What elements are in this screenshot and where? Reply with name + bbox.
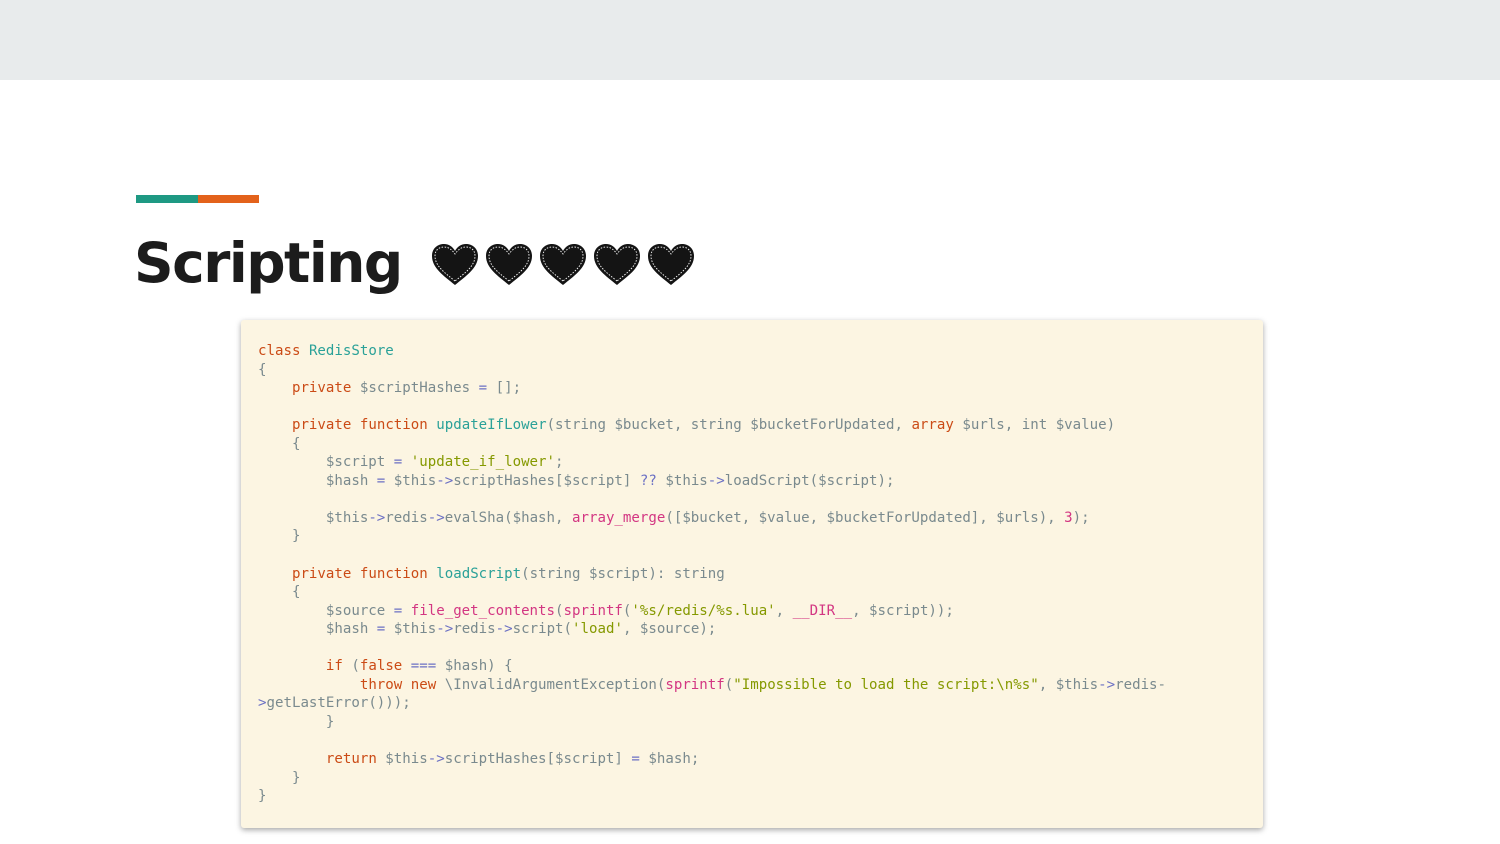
- heart-icon: [593, 244, 640, 285]
- code-line: {: [258, 435, 301, 452]
- code-line: private function updateIfLower(string $b…: [291, 417, 1116, 434]
- header-band: [0, 0, 1500, 80]
- code-line: }: [258, 713, 335, 730]
- hearts-row: [430, 242, 696, 288]
- code-line: >getLastError()));: [258, 695, 411, 712]
- slide-title: Scripting: [134, 231, 403, 295]
- code-line: $source = file_get_contents(sprintf('%s/…: [258, 602, 954, 619]
- code-line: $hash = $this->scriptHashes[$script] ?? …: [258, 472, 895, 489]
- code-line: throw new \InvalidArgumentException(spri…: [359, 676, 1167, 693]
- code-line: }: [258, 528, 301, 545]
- heart-icon: [431, 244, 478, 285]
- code-line: {: [258, 584, 301, 601]
- code-line: return $this->scriptHashes[$script] = $h…: [325, 751, 700, 768]
- code-listing: class RedisStore { private $scriptHashes…: [258, 342, 1166, 806]
- code-line: }: [258, 769, 301, 786]
- code-line: private $scriptHashes = [];: [291, 380, 522, 397]
- heart-icon: [539, 244, 586, 285]
- code-block: class RedisStore { private $scriptHashes…: [241, 320, 1263, 828]
- heart-icon: [647, 244, 694, 285]
- code-line: }: [258, 788, 267, 805]
- code-line: private function loadScript(string $scri…: [291, 565, 725, 582]
- code-line: class RedisStore: [258, 343, 394, 359]
- code-line: $hash = $this->redis->script('load', $so…: [258, 621, 717, 638]
- code-line: if (false === $hash) {: [325, 658, 513, 675]
- heart-icon: [485, 244, 532, 285]
- code-line: $this->redis->evalSha($hash, array_merge…: [258, 509, 1090, 526]
- accent-bar-orange: [198, 195, 259, 203]
- accent-bar-teal: [136, 195, 198, 203]
- title-row: Scripting: [134, 228, 696, 298]
- code-line: $script = 'update_if_lower';: [258, 454, 564, 471]
- code-line: {: [258, 361, 267, 378]
